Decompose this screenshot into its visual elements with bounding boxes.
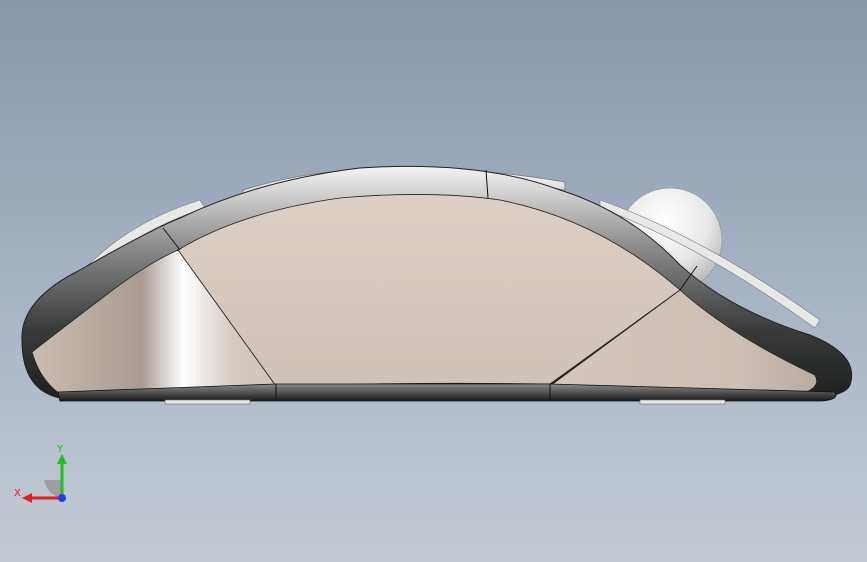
y-axis-arrow-icon bbox=[57, 454, 67, 464]
z-axis-dot-icon bbox=[58, 494, 66, 502]
graphics-viewport[interactable]: Y X bbox=[0, 0, 867, 562]
x-axis-label: X bbox=[14, 488, 21, 499]
coordinate-triad: Y X bbox=[14, 444, 67, 503]
x-axis-arrow-icon bbox=[22, 493, 32, 503]
foot-right bbox=[639, 399, 726, 405]
mouse-model-side-view[interactable] bbox=[0, 0, 867, 562]
foot-left bbox=[164, 399, 251, 405]
y-axis-label: Y bbox=[56, 444, 64, 455]
